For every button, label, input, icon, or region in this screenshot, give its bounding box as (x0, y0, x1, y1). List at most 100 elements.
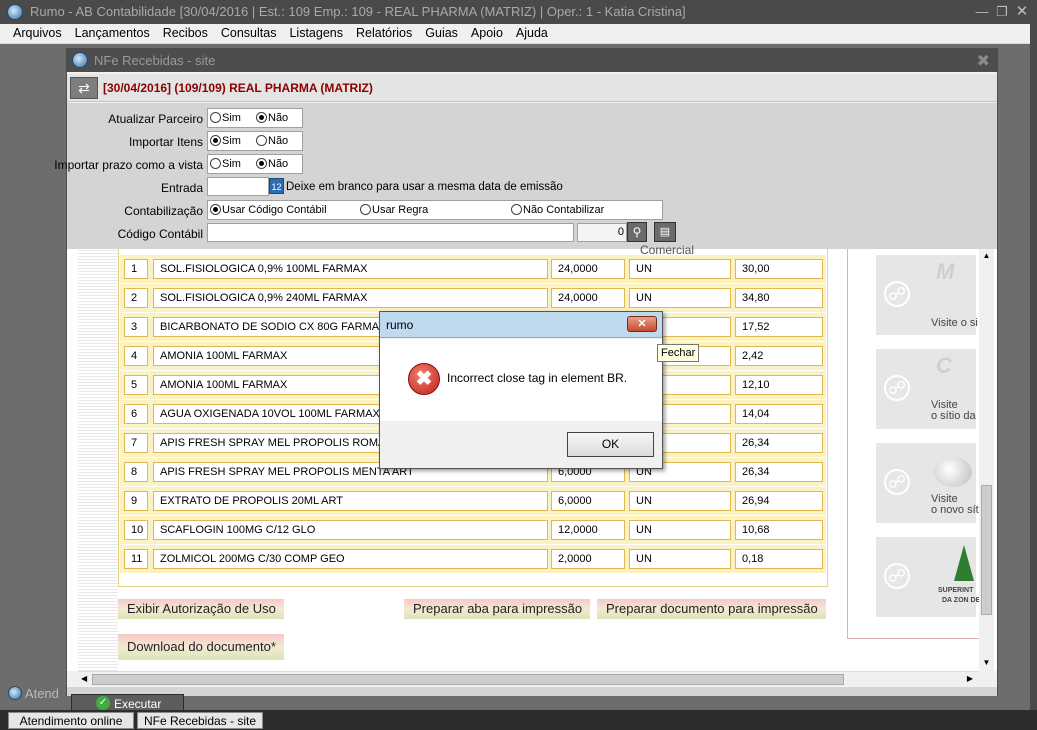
row-description: SOL.FISIOLOGICA 0,9% 240ML FARMAX (153, 288, 548, 308)
radio-icon[interactable] (210, 158, 221, 169)
menu-apoio[interactable]: Apoio (471, 24, 503, 40)
menu-recibos[interactable]: Recibos (163, 24, 208, 40)
row-description: SOL.FISIOLOGICA 0,9% 100ML FARMAX (153, 259, 548, 279)
vertical-scrollbar[interactable]: ▲ ▼ (979, 249, 994, 671)
row-value: 17,52 (735, 317, 823, 337)
check-icon: ✓ (96, 696, 110, 710)
radio-selected-icon[interactable] (210, 135, 221, 146)
sidebar-card-3[interactable]: ☍ Visite o novo sít (876, 443, 979, 523)
row-number: 5 (124, 375, 148, 395)
preparar-aba-button[interactable]: Preparar aba para impressão (404, 599, 591, 619)
preparar-documento-button[interactable]: Preparar documento para impressão (597, 599, 826, 619)
globe-icon: ☍ (884, 281, 910, 307)
download-documento-button[interactable]: Download do documento* (118, 634, 284, 660)
dialog-body: ✖ Incorrect close tag in element BR. (380, 339, 662, 421)
menu-guias[interactable]: Guias (425, 24, 458, 40)
app-title: Rumo - AB Contabilidade [30/04/2016 | Es… (30, 4, 686, 19)
list-icon[interactable]: ▤ (654, 222, 676, 242)
atualizar-parceiro-nao[interactable]: Não (256, 112, 288, 124)
scroll-down-icon[interactable]: ▼ (981, 658, 992, 667)
radio-selected-icon[interactable] (210, 204, 221, 215)
menu-arquivos[interactable]: Arquivos (13, 24, 62, 40)
importar-prazo-sim[interactable]: Sim (210, 158, 241, 170)
row-number: 10 (124, 520, 148, 540)
row-quantity: 6,0000 (551, 491, 625, 511)
menu-ajuda[interactable]: Ajuda (516, 24, 548, 40)
row-value: 30,00 (735, 259, 823, 279)
exibir-autorizacao-button[interactable]: Exibir Autorização de Uso (118, 599, 284, 619)
atualizar-parceiro-sim[interactable]: Sim (210, 112, 241, 124)
calendar-icon[interactable]: 12 (269, 178, 284, 194)
row-number: 7 (124, 433, 148, 453)
row-quantity: 12,0000 (551, 520, 625, 540)
close-icon[interactable]: ✕ (1012, 3, 1032, 21)
row-value: 14,04 (735, 404, 823, 424)
dialog-ok-button[interactable]: OK (567, 432, 654, 457)
scroll-up-icon[interactable]: ▲ (981, 251, 992, 260)
horizontal-scroll-thumb[interactable] (92, 674, 844, 685)
radio-icon[interactable] (256, 135, 267, 146)
codigo-contabil-label: Código Contábil (117, 227, 203, 241)
entrada-date-field[interactable] (207, 177, 269, 196)
row-unit: UN (629, 288, 731, 308)
menu-consultas[interactable]: Consultas (221, 24, 277, 40)
radio-icon[interactable] (210, 112, 221, 123)
radio-selected-icon[interactable] (256, 158, 267, 169)
scroll-right-icon[interactable]: ▶ (967, 674, 973, 683)
row-number: 8 (124, 462, 148, 482)
agency-logo-icon (954, 545, 974, 581)
dialog-message: Incorrect close tag in element BR. (447, 371, 628, 385)
importar-itens-group: Sim Não (207, 131, 303, 151)
radio-icon[interactable] (360, 204, 371, 215)
row-quantity: 2,0000 (551, 549, 625, 569)
row-number: 9 (124, 491, 148, 511)
importar-itens-nao[interactable]: Não (256, 135, 288, 147)
dialog-close-button[interactable]: ✕ (627, 316, 657, 332)
sidebar-card-4[interactable]: ☍ SUPERINT DA ZON DE M (876, 537, 988, 617)
search-icon[interactable]: ⚲ (627, 222, 647, 242)
taskbar-nfe-recebidas[interactable]: NFe Recebidas - site (137, 712, 263, 729)
importar-itens-sim[interactable]: Sim (210, 135, 241, 147)
radio-icon[interactable] (511, 204, 522, 215)
row-value: 0,18 (735, 549, 823, 569)
atualizar-parceiro-label: Atualizar Parceiro (108, 112, 203, 126)
taskbar-atendimento[interactable]: Atendimento online (8, 712, 134, 729)
contabilizacao-group: Usar Código Contábil Usar Regra Não Cont… (207, 200, 663, 220)
vertical-scroll-thumb[interactable] (981, 485, 992, 615)
sidebar-card-2[interactable]: ☍ C Visite o sítio da (876, 349, 976, 429)
row-number: 1 (124, 259, 148, 279)
row-value: 26,34 (735, 462, 823, 482)
menu-lancamentos[interactable]: Lançamentos (75, 24, 150, 40)
error-dialog: rumo ✕ ✖ Incorrect close tag in element … (379, 311, 663, 469)
dialog-title: rumo (386, 318, 414, 332)
contabilizacao-opt3[interactable]: Não Contabilizar (511, 204, 604, 216)
importar-prazo-group: Sim Não (207, 154, 303, 174)
row-number: 11 (124, 549, 148, 569)
company-header: ⇄ [30/04/2016] (109/109) REAL PHARMA (MA… (67, 74, 997, 102)
minimize-icon[interactable]: — (972, 3, 992, 21)
contabilizacao-opt2[interactable]: Usar Regra (360, 204, 428, 216)
menu-relatorios[interactable]: Relatórios (356, 24, 412, 40)
row-value: 10,68 (735, 520, 823, 540)
horizontal-scrollbar[interactable]: ◀ ▶ (78, 671, 979, 687)
maximize-icon[interactable]: ❐ (992, 3, 1012, 21)
contabilizacao-opt1[interactable]: Usar Código Contábil (210, 204, 327, 216)
sidebar-card-1[interactable]: ☍ M Visite o si (876, 255, 978, 335)
sphere-logo-icon (934, 457, 972, 487)
child-title: NFe Recebidas - site (94, 53, 216, 68)
swap-arrows-icon[interactable]: ⇄ (70, 77, 98, 99)
globe-icon: ☍ (884, 563, 910, 589)
row-description: SCAFLOGIN 100MG C/12 GLO (153, 520, 548, 540)
menu-listagens[interactable]: Listagens (289, 24, 343, 40)
radio-selected-icon[interactable] (256, 112, 267, 123)
child-close-icon[interactable]: ✖ (977, 51, 990, 71)
scroll-left-icon[interactable]: ◀ (81, 674, 87, 683)
globe-icon: ☍ (884, 469, 910, 495)
row-unit: UN (629, 491, 731, 511)
codigo-contabil-number[interactable]: 0 (577, 223, 627, 242)
importar-prazo-nao[interactable]: Não (256, 158, 288, 170)
taskbar: Atendimento online NFe Recebidas - site (0, 710, 1037, 730)
codigo-contabil-field[interactable] (207, 223, 574, 242)
window-frame (1030, 24, 1037, 710)
row-unit: UN (629, 259, 731, 279)
